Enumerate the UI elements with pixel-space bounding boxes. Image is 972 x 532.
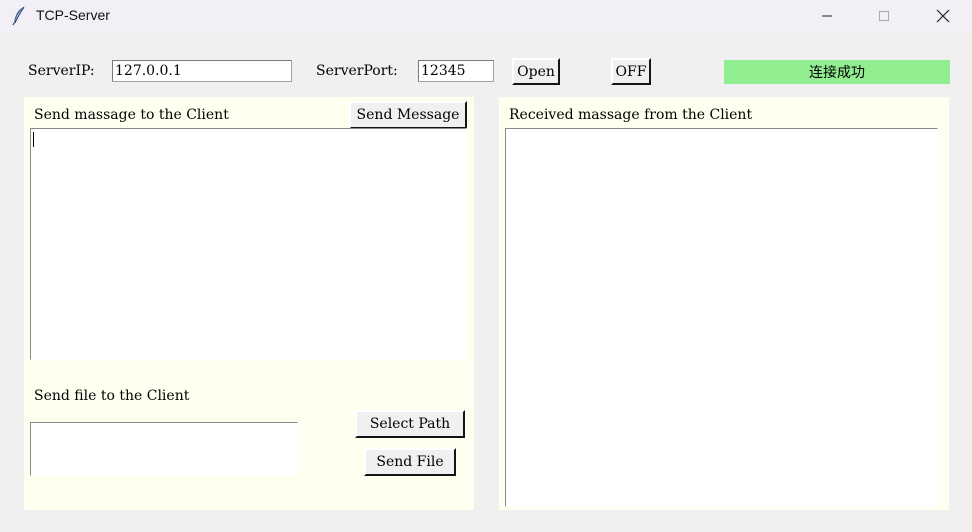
send-message-label: Send massage to the Client (34, 107, 229, 123)
open-button[interactable]: Open (512, 58, 560, 85)
server-port-label: ServerPort: (316, 63, 398, 79)
send-file-button[interactable]: Send File (364, 448, 456, 476)
connection-status-label: 连接成功 (724, 60, 950, 84)
select-path-button[interactable]: Select Path (355, 410, 465, 438)
close-button[interactable] (916, 0, 970, 32)
off-button[interactable]: OFF (611, 58, 651, 85)
server-ip-input[interactable] (112, 60, 292, 82)
send-message-textarea[interactable] (30, 128, 467, 360)
close-icon (936, 9, 950, 23)
text-cursor (33, 132, 34, 147)
file-path-input[interactable] (30, 422, 298, 476)
received-message-label: Received massage from the Client (509, 107, 753, 123)
maximize-button[interactable] (857, 0, 911, 32)
window-title: TCP-Server (36, 7, 110, 23)
minimize-button[interactable] (800, 0, 854, 32)
send-file-label: Send file to the Client (34, 388, 190, 404)
minimize-icon (822, 15, 832, 17)
server-port-input[interactable] (418, 60, 494, 82)
feather-icon (12, 6, 26, 26)
send-message-button[interactable]: Send Message (349, 101, 467, 129)
maximize-icon (879, 11, 889, 21)
received-message-textarea[interactable] (505, 128, 938, 507)
server-ip-label: ServerIP: (28, 63, 95, 79)
